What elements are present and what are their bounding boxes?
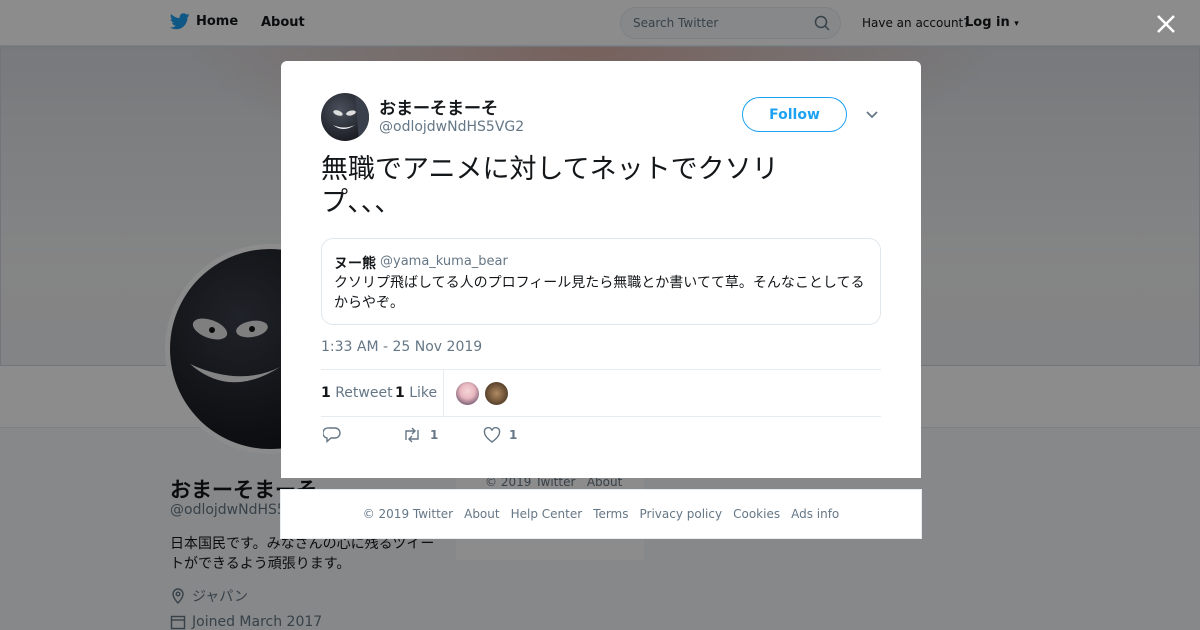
retweet-button[interactable]: 1 — [402, 427, 438, 443]
footer-ads-link[interactable]: Ads info — [791, 507, 839, 521]
quoted-tweet-text: クソリプ飛ばしてる人のプロフィール見たら無職とか書いてて草。そんなことしてるから… — [334, 275, 865, 311]
stats-divider — [443, 370, 444, 417]
footer-terms-link[interactable]: Terms — [593, 507, 628, 521]
like-stat[interactable]: 1 Like — [395, 385, 437, 401]
reply-button[interactable] — [323, 427, 341, 443]
like-label: Like — [409, 385, 438, 401]
liker-avatar[interactable] — [455, 381, 480, 406]
chevron-down-icon[interactable] — [865, 110, 879, 120]
heart-icon — [483, 427, 501, 443]
tweet-timestamp[interactable]: 1:33 AM - 25 Nov 2019 — [321, 339, 482, 355]
footer-about-link[interactable]: About — [464, 507, 499, 521]
retweet-count: 1 — [321, 385, 331, 401]
liker-avatar[interactable] — [484, 381, 509, 406]
author-avatar-icon — [333, 93, 369, 141]
tweet-stats: 1 Retweet 1 Like — [321, 369, 881, 417]
tweet-author-handle[interactable]: @odlojdwNdHS5VG2 — [379, 119, 524, 135]
quoted-author-handle: @yama_kuma_bear — [380, 254, 508, 269]
tweet-text: 無職でアニメに対してネットでクソリプ、、、 — [321, 154, 779, 218]
footer-copyright: © 2019 Twitter — [362, 507, 454, 521]
footer-help-link[interactable]: Help Center — [511, 507, 583, 521]
like-count: 1 — [395, 385, 405, 401]
reply-icon — [323, 427, 341, 443]
close-icon[interactable] — [1155, 13, 1177, 35]
retweet-icon — [405, 427, 419, 443]
retweet-stat[interactable]: 1 Retweet — [321, 385, 393, 401]
follow-button[interactable]: Follow — [742, 97, 847, 132]
footer-privacy-link[interactable]: Privacy policy — [640, 507, 723, 521]
tweet-author-avatar[interactable] — [321, 93, 369, 141]
like-button[interactable]: 1 — [483, 427, 517, 443]
tweet-modal: おまーそまーそ @odlojdwNdHS5VG2 Follow 無職でアニメに対… — [281, 61, 921, 478]
tweet-actions: 1 1 — [321, 427, 881, 449]
modal-footer: © 2019 Twitter About Help Center Terms P… — [280, 489, 922, 539]
like-action-count: 1 — [509, 428, 518, 442]
tweet-author-name[interactable]: おまーそまーそ — [379, 94, 498, 119]
footer-cookies-link[interactable]: Cookies — [733, 507, 780, 521]
quoted-author-name: ヌー熊 — [334, 256, 376, 272]
retweet-label: Retweet — [335, 385, 393, 401]
retweet-action-count: 1 — [430, 428, 439, 442]
quoted-tweet[interactable]: ヌー熊 @yama_kuma_bear クソリプ飛ばしてる人のプロフィール見たら… — [321, 238, 881, 325]
